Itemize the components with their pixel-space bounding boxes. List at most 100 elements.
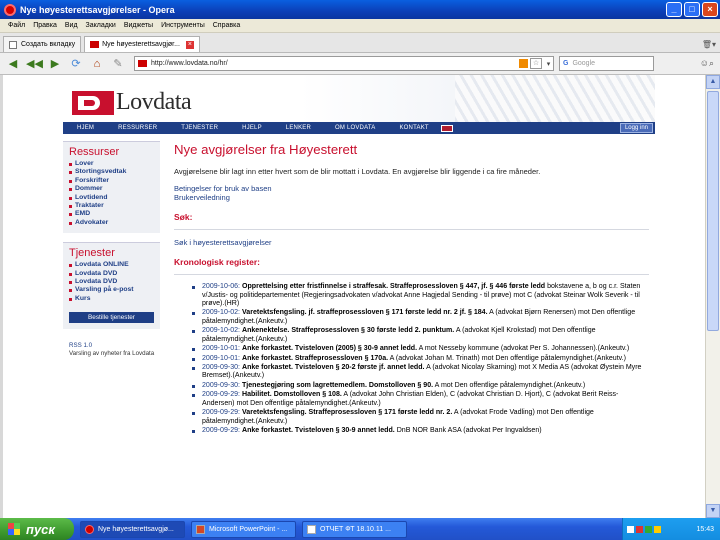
forward-icon[interactable]: ▶	[47, 57, 63, 71]
language-icon[interactable]	[627, 525, 634, 533]
nav-ressurser[interactable]: RESSURSER	[118, 125, 157, 131]
window-title-bar[interactable]: Nye høyesterettsavgjørelser - Opera _ □ …	[0, 0, 720, 19]
menu-tools[interactable]: Инструменты	[161, 22, 205, 29]
sidebar-link-traktater[interactable]: Traktater	[69, 202, 160, 210]
tab-close-icon[interactable]: ×	[185, 40, 194, 49]
scroll-up-icon[interactable]: ▲	[706, 75, 720, 89]
list-item[interactable]: 2009-09-29: Habilitet. Domstolloven § 10…	[192, 391, 649, 408]
search-placeholder: Google	[572, 60, 596, 67]
tjenester-box: Tjenester Lovdata ONLINE Lovdata DVD Lov…	[63, 242, 160, 330]
decision-date: 2009-10-01:	[202, 354, 241, 362]
sidebar-link-forskrifter[interactable]: Forskrifter	[69, 177, 160, 185]
decision-parties: DnB NOR Bank ASA (advokat Per Ingvaldsen…	[396, 427, 542, 435]
sidebar-link-dommer[interactable]: Dommer	[69, 185, 160, 193]
speed-dial-icon[interactable]: ☆	[530, 58, 542, 69]
page-viewport: Lovdata HJEM RESSURSER TJENESTER HJELP L…	[0, 75, 720, 518]
ressurser-box: Ressurser Lover Stortingsvedtak Forskrif…	[63, 141, 160, 234]
taskbar-item-opera[interactable]: Nye høyesterettsavgjø...	[80, 520, 185, 538]
address-input[interactable]: http://www.lovdata.no/hr/	[151, 60, 519, 67]
tab-bar-controls[interactable]: 🗑 ▾	[702, 36, 716, 52]
vertical-scrollbar[interactable]: ▲ ▼	[705, 75, 720, 518]
terms-link[interactable]: Betingelser for bruk av basen	[174, 184, 649, 193]
zoom-icon[interactable]: ☺⌕	[700, 58, 714, 69]
sidebar-link-lovdata-dvd[interactable]: Lovdata DVD	[69, 270, 160, 278]
scroll-down-icon[interactable]: ▼	[706, 504, 720, 518]
menu-widgets[interactable]: Виджеты	[124, 22, 153, 29]
tab-new[interactable]: Создать вкладку	[3, 36, 82, 52]
home-icon[interactable]: ⌂	[89, 57, 105, 71]
login-button[interactable]: Logg inn	[619, 123, 653, 133]
sidebar-link-lover[interactable]: Lover	[69, 160, 160, 168]
search-field[interactable]: G Google	[559, 56, 654, 71]
volume-icon[interactable]	[654, 525, 661, 533]
nav-hjem[interactable]: HJEM	[77, 125, 94, 131]
nav-lenker[interactable]: LENKER	[286, 125, 311, 131]
menu-bookmarks[interactable]: Закладки	[86, 22, 116, 29]
tab-bar: Создать вкладку Nye høyesterettsavgjør..…	[0, 33, 720, 53]
main-content: Nye avgjørelser fra Høyesterett Avgjørel…	[174, 142, 649, 436]
taskbar-item-document[interactable]: ОТЧЕТ ФТ 18.10.11 ...	[302, 520, 407, 538]
page-title: Nye avgjørelser fra Høyesterett	[174, 142, 358, 157]
scroll-thumb[interactable]	[707, 91, 719, 331]
menu-view[interactable]: Вид	[65, 22, 78, 29]
list-item[interactable]: 2009-10-01: Anke forkastet. Straffeprose…	[192, 355, 649, 364]
maximize-button[interactable]: □	[684, 2, 700, 17]
sidebar-link-lovtidend[interactable]: Lovtidend	[69, 194, 160, 202]
bestille-tjenester-button[interactable]: Bestille tjenester	[69, 312, 154, 324]
menu-bar: Файл Правка Вид Закладки Виджеты Инструм…	[0, 19, 720, 33]
nav-om-lovdata[interactable]: OM LOVDATA	[335, 125, 375, 131]
user-guide-link[interactable]: Brukerveiledning	[174, 193, 649, 202]
reload-icon[interactable]: ⟳	[68, 57, 84, 71]
tray-app-icon[interactable]	[636, 525, 643, 533]
tab-lovdata[interactable]: Nye høyesterettsavgjør... ×	[84, 36, 200, 52]
address-bar[interactable]: http://www.lovdata.no/hr/ ☆ ▾	[134, 56, 554, 71]
decision-head: Anke forkastet. Tvisteloven (2005) § 30-…	[241, 345, 418, 353]
list-item[interactable]: 2009-10-02: Varetektsfengsling. jf. stra…	[192, 309, 649, 326]
decision-head: Opprettelsing etter fristfinnelse i stra…	[241, 283, 546, 290]
sidebar-link-kurs[interactable]: Kurs	[69, 295, 160, 303]
trash-icon[interactable]: 🗑	[702, 40, 712, 49]
panel-toggle[interactable]	[0, 75, 3, 518]
powerpoint-icon	[196, 524, 205, 534]
register-heading: Kronologisk register:	[174, 257, 260, 267]
decision-date: 2009-10-02:	[202, 327, 241, 335]
rss-description: Varsling av nyheter fra Lovdata	[69, 350, 155, 358]
list-item[interactable]: 2009-10-06: Opprettelsing etter fristfin…	[192, 283, 649, 309]
list-item[interactable]: 2009-09-30: Anke forkastet. Tvisteloven …	[192, 364, 649, 381]
google-icon[interactable]: G	[563, 60, 568, 67]
sidebar-link-emd[interactable]: EMD	[69, 210, 160, 218]
sidebar-link-lovdata-online[interactable]: Lovdata ONLINE	[69, 261, 160, 269]
nav-hjelp[interactable]: HJELP	[242, 125, 262, 131]
list-item[interactable]: 2009-09-30: Tjenestegjøring som lagrette…	[192, 382, 649, 391]
menu-help[interactable]: Справка	[213, 22, 240, 29]
rss-link[interactable]: RSS 1.0	[69, 342, 160, 350]
menu-edit[interactable]: Правка	[33, 22, 57, 29]
lovdata-logo[interactable]: Lovdata	[72, 89, 192, 116]
list-item[interactable]: 2009-10-02: Ankenektelse. Straffeprosess…	[192, 327, 649, 344]
decision-head: Anke forkastet. Straffeprosessloven § 17…	[241, 354, 389, 362]
list-item[interactable]: 2009-09-29: Anke forkastet. Tvisteloven …	[192, 427, 649, 436]
lovdata-favicon-icon	[90, 41, 100, 48]
lovdata-page: Lovdata HJEM RESSURSER TJENESTER HJELP L…	[63, 75, 655, 518]
edit-icon[interactable]: ✎	[110, 57, 126, 71]
history-dropdown-icon[interactable]: ▾	[544, 60, 553, 68]
english-flag-icon[interactable]	[440, 124, 453, 132]
nav-tjenester[interactable]: TJENESTER	[181, 125, 218, 131]
minimize-button[interactable]: _	[666, 2, 682, 17]
chevron-down-icon[interactable]: ▾	[712, 40, 716, 49]
close-button[interactable]: ×	[702, 2, 718, 17]
list-item[interactable]: 2009-10-01: Anke forkastet. Tvisteloven …	[192, 345, 649, 354]
sidebar-link-varsling[interactable]: Varsling på e-post	[69, 286, 160, 294]
back-icon[interactable]: ◀	[5, 57, 21, 71]
rss-feed-icon[interactable]	[519, 59, 528, 68]
sidebar-link-advokater[interactable]: Advokater	[69, 219, 160, 227]
menu-file[interactable]: Файл	[8, 22, 25, 29]
start-button[interactable]: пуск	[0, 518, 74, 540]
taskbar-item-powerpoint[interactable]: Microsoft PowerPoint - ...	[191, 520, 296, 538]
sidebar-link-stortingsvedtak[interactable]: Stortingsvedtak	[69, 168, 160, 176]
nav-kontakt[interactable]: KONTAKT	[399, 125, 428, 131]
rewind-icon[interactable]: ◀◀	[26, 57, 43, 71]
list-item[interactable]: 2009-09-29: Varetektsfengsling. Straffep…	[192, 409, 649, 426]
network-icon[interactable]	[645, 525, 652, 533]
search-decisions-link[interactable]: Søk i høyesterettsavgjørelser	[174, 238, 649, 247]
